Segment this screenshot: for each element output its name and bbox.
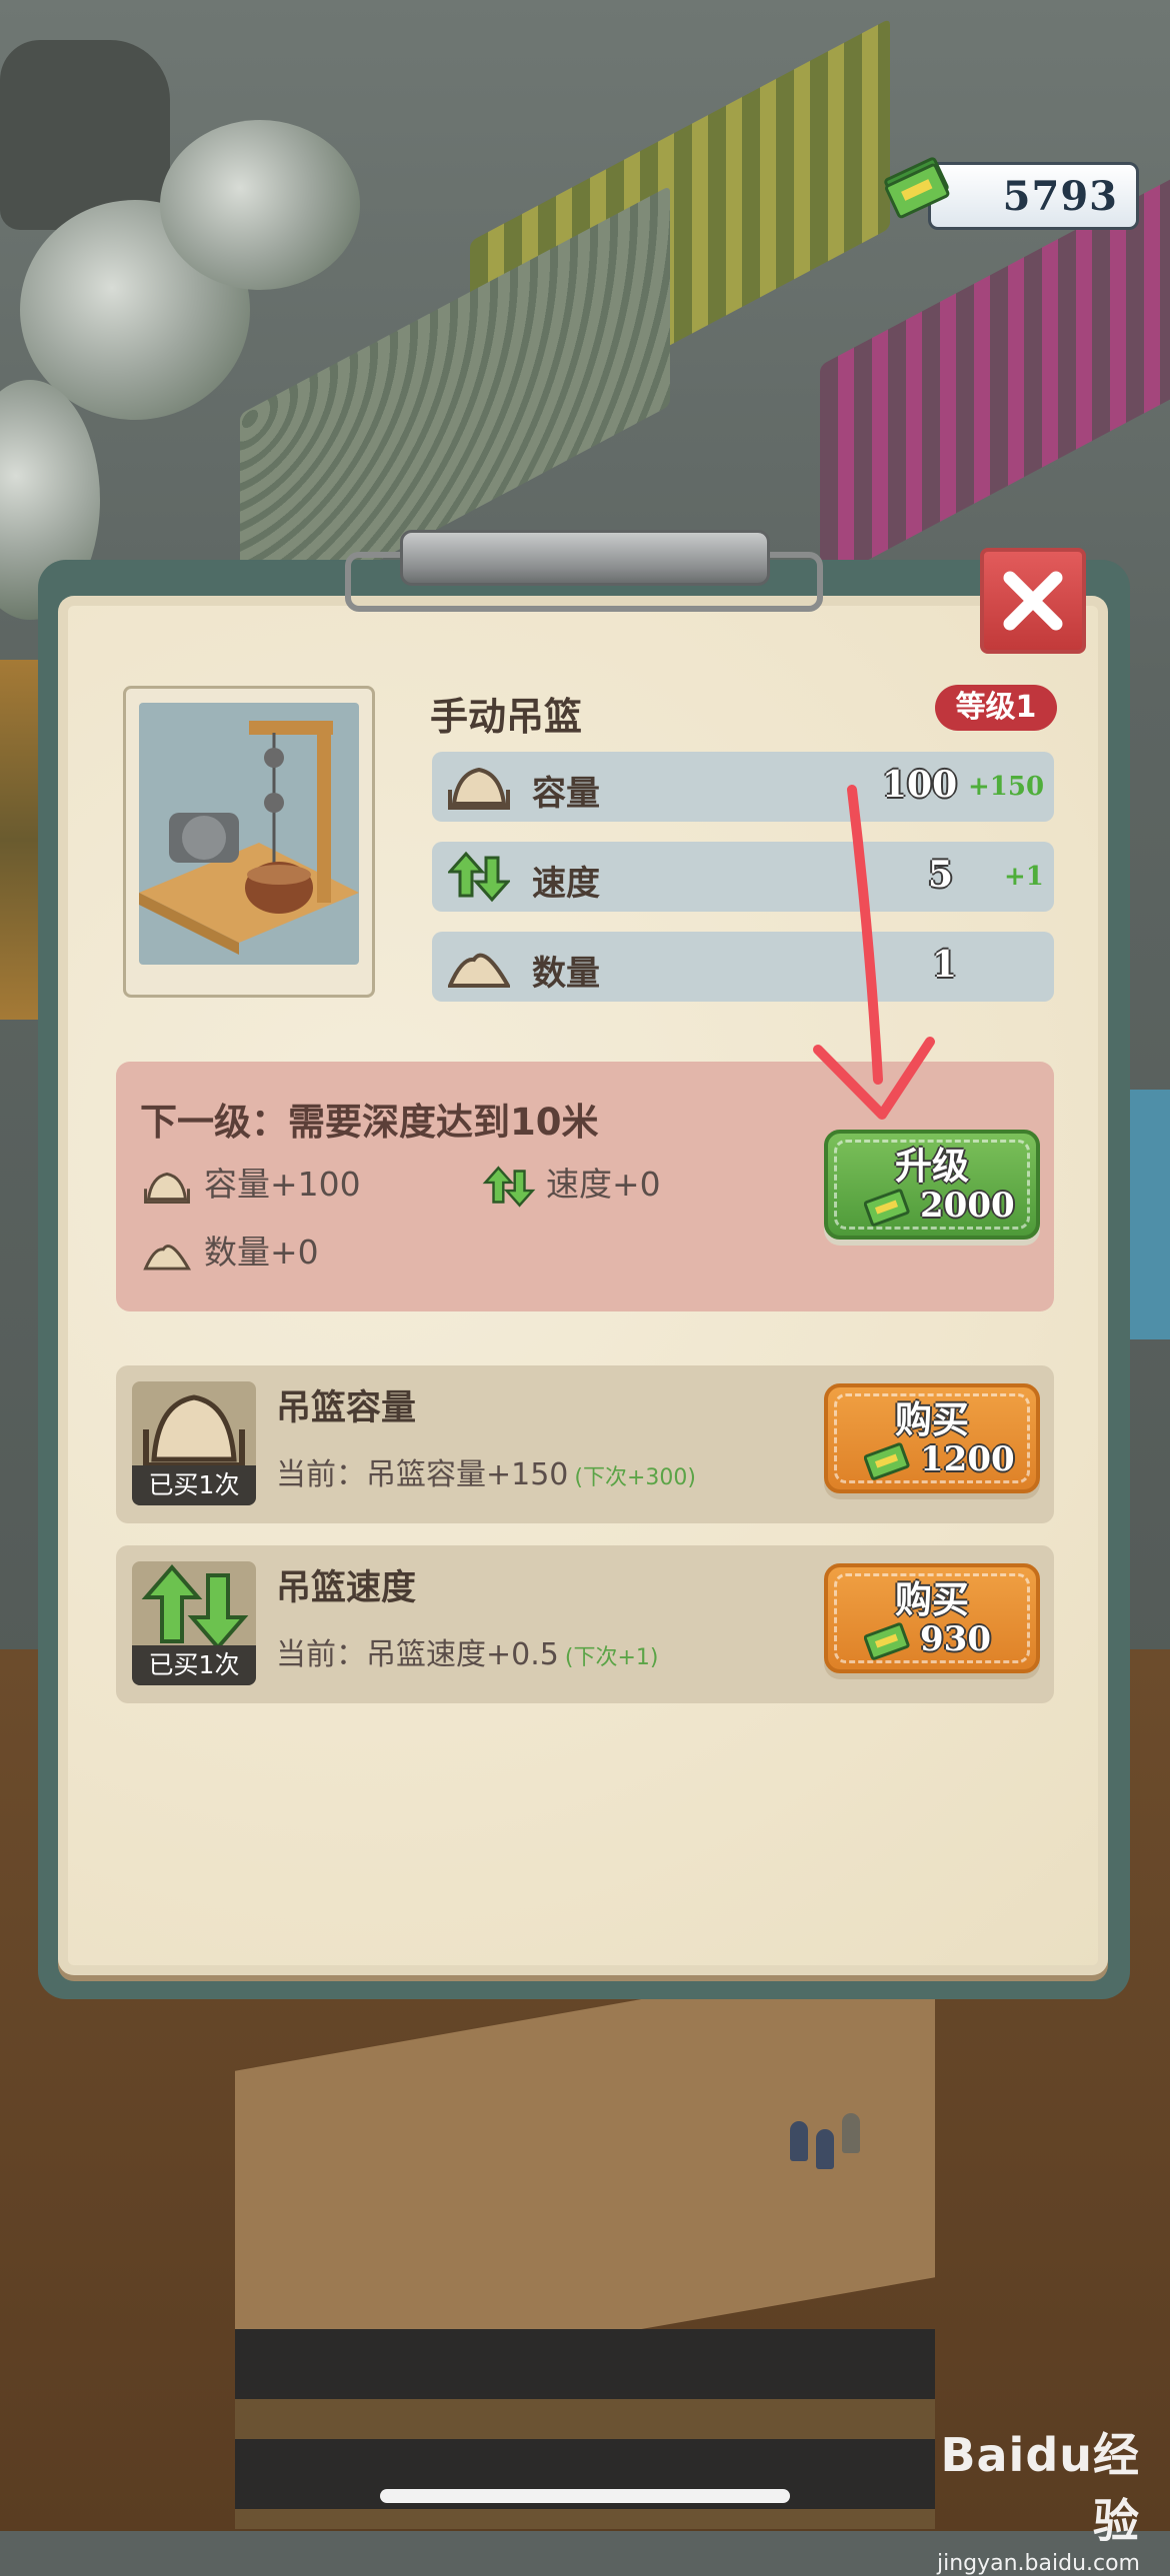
- item-image-frame: [123, 686, 375, 998]
- level-badge: 等级1: [935, 685, 1057, 731]
- miner: [842, 2113, 860, 2153]
- item-name: 手动吊篮: [430, 695, 583, 739]
- stat-bonus: +1: [1004, 862, 1044, 892]
- winch-illustration: [139, 721, 359, 955]
- stat-row-capacity: 容量 100 +150: [432, 752, 1054, 822]
- next-level-quantity-text: 数量+0: [204, 1233, 319, 1272]
- purchase-current-text: 当前：吊篮速度+0.5: [276, 1637, 559, 1672]
- upgrade-price: 2000: [920, 1186, 1015, 1226]
- pointer-arrow-icon: [813, 785, 935, 1120]
- currency-value: 5793: [1002, 173, 1118, 220]
- next-level-quantity: 数量+0: [140, 1226, 319, 1275]
- cash-icon: [864, 1442, 910, 1480]
- baidu-jingyan-watermark: Baidu经验 jingyan.baidu.com: [900, 2419, 1140, 2576]
- cash-icon: [884, 157, 950, 219]
- stat-label: 容量: [532, 774, 600, 814]
- close-button[interactable]: [980, 548, 1086, 654]
- up-down-arrows-icon: [141, 1563, 249, 1651]
- miner: [816, 2129, 834, 2169]
- buy-price: 930: [920, 1619, 991, 1659]
- purchase-next: (下次+1): [564, 1645, 659, 1670]
- stat-row-speed: 速度 5 +1: [432, 842, 1054, 912]
- stat-label: 数量: [532, 954, 600, 994]
- sand-pile-icon: [448, 767, 510, 810]
- next-level-title: 下一级：需要深度达到10米: [140, 1101, 599, 1144]
- next-level-speed-text: 速度+0: [546, 1165, 661, 1204]
- currency-box: 5793: [928, 162, 1139, 230]
- basket-sand-icon: [143, 1394, 245, 1468]
- cash-icon: [864, 1622, 910, 1660]
- clipboard-clip: [345, 530, 825, 625]
- next-level-capacity-text: 容量+100: [204, 1165, 361, 1204]
- purchase-row-speed: 已买1次 吊篮速度 当前：吊篮速度+0.5 (下次+1) 购买 930: [116, 1545, 1054, 1703]
- stat-bonus: +150: [968, 772, 1045, 802]
- purchase-row-capacity: 已买1次 吊篮容量 当前：吊篮容量+150 (下次+300) 购买 1200: [116, 1365, 1054, 1523]
- buy-capacity-button[interactable]: 购买 1200: [824, 1383, 1040, 1493]
- buy-button-label: 购买: [895, 1398, 969, 1441]
- buy-price: 1200: [920, 1439, 1015, 1479]
- purchase-current: 当前：吊篮速度+0.5 (下次+1): [276, 1629, 658, 1673]
- buy-button-label: 购买: [895, 1578, 969, 1621]
- miner: [790, 2121, 808, 2161]
- home-indicator[interactable]: [380, 2489, 790, 2503]
- mound-icon: [143, 1244, 192, 1271]
- watermark-logo: Baidu经验: [940, 2428, 1140, 2548]
- purchase-count: 已买1次: [132, 1645, 256, 1685]
- up-down-arrows-icon: [482, 1165, 536, 1208]
- clip-bar: [400, 530, 770, 586]
- stat-row-quantity: 数量 1: [432, 932, 1054, 1002]
- purchase-next: (下次+300): [574, 1465, 696, 1490]
- next-level-speed: 速度+0: [482, 1158, 661, 1209]
- purchase-current-text: 当前：吊篮容量+150: [276, 1457, 569, 1492]
- purchase-current: 当前：吊篮容量+150 (下次+300): [276, 1449, 696, 1493]
- upgrade-button-label: 升级: [895, 1145, 969, 1188]
- purchase-title: 吊篮容量: [276, 1388, 417, 1428]
- upgrade-button[interactable]: 升级 2000: [824, 1130, 1040, 1240]
- buy-speed-button[interactable]: 购买 930: [824, 1563, 1040, 1673]
- cash-icon: [864, 1189, 910, 1227]
- snowy-tree: [160, 120, 360, 290]
- autumn-tree: [0, 660, 40, 1020]
- watermark-url: jingyan.baidu.com: [936, 2551, 1140, 2576]
- miners: [790, 2109, 870, 2169]
- purchase-count: 已买1次: [132, 1465, 256, 1505]
- close-icon: [1003, 571, 1063, 631]
- stat-label: 速度: [532, 864, 600, 904]
- up-down-arrows-icon: [448, 851, 510, 903]
- next-level-capacity: 容量+100: [140, 1158, 361, 1207]
- purchase-title: 吊篮速度: [276, 1568, 417, 1608]
- currency-display: 5793: [880, 150, 1140, 230]
- mound-icon: [448, 953, 510, 988]
- purchase-icon-box: 已买1次: [132, 1381, 256, 1505]
- purchase-icon-box: 已买1次: [132, 1561, 256, 1685]
- hand-winch-basket-image: [139, 703, 359, 965]
- sand-pile-icon: [144, 1172, 190, 1204]
